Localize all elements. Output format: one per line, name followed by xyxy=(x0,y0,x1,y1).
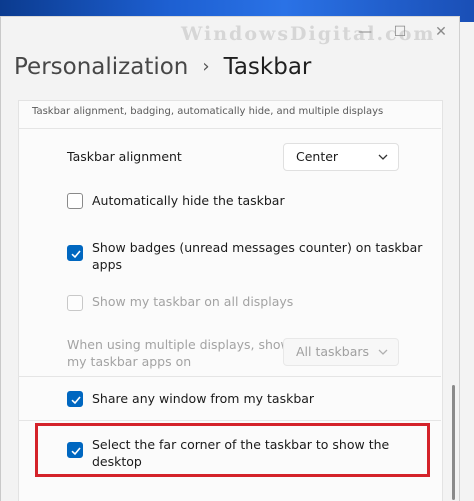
auto-hide-checkbox[interactable] xyxy=(67,193,83,209)
title-bar[interactable]: WindowsDigital.com — ☐ ✕ xyxy=(1,17,459,47)
section-description: Taskbar alignment, badging, automaticall… xyxy=(32,106,384,117)
checkmark-icon xyxy=(71,396,81,405)
page-title: Taskbar xyxy=(223,54,312,80)
scrollbar-thumb[interactable] xyxy=(452,385,455,500)
minimize-button[interactable]: — xyxy=(353,21,377,43)
maximize-button[interactable]: ☐ xyxy=(388,21,412,43)
close-button[interactable]: ✕ xyxy=(429,21,453,43)
taskbar-alignment-dropdown[interactable]: Center xyxy=(283,143,399,171)
divider xyxy=(18,128,441,129)
chevron-down-icon xyxy=(378,339,388,374)
taskbar-alignment-value: Center xyxy=(296,149,339,164)
multi-display-value: All taskbars xyxy=(296,344,370,359)
checkmark-icon xyxy=(71,250,81,259)
breadcrumb: Personalization › Taskbar xyxy=(14,54,311,80)
multi-display-dropdown[interactable]: All taskbars xyxy=(283,338,399,366)
share-window-label: Share any window from my taskbar xyxy=(92,391,315,406)
multi-display-label-line2: my taskbar apps on xyxy=(67,354,192,369)
multi-display-label-line1: When using multiple displays, show xyxy=(67,337,291,352)
show-on-all-displays-checkbox[interactable] xyxy=(67,295,83,311)
chevron-down-icon xyxy=(378,144,388,179)
taskbar-alignment-label: Taskbar alignment xyxy=(67,149,182,164)
red-highlight-box xyxy=(35,423,430,477)
breadcrumb-separator-icon: › xyxy=(202,56,210,77)
auto-hide-label: Automatically hide the taskbar xyxy=(92,193,285,208)
breadcrumb-parent-personalization[interactable]: Personalization xyxy=(14,54,188,80)
divider xyxy=(18,376,441,377)
show-badges-checkbox[interactable] xyxy=(67,245,83,261)
show-badges-label-line1: Show badges (unread messages counter) on… xyxy=(92,240,423,255)
share-window-checkbox[interactable] xyxy=(67,391,83,407)
show-badges-label-line2: apps xyxy=(92,257,123,272)
divider xyxy=(18,420,441,421)
show-on-all-displays-label: Show my taskbar on all displays xyxy=(92,294,294,309)
